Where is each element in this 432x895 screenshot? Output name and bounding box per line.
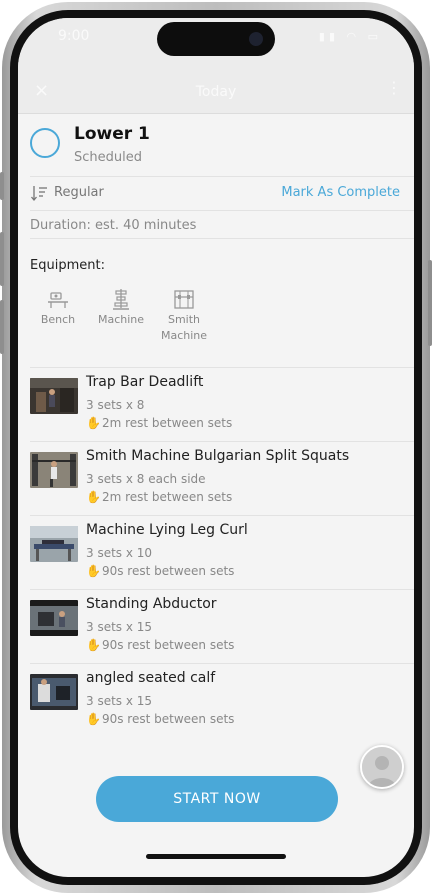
exercise-rest: ✋90s rest between sets: [86, 564, 234, 578]
camera-icon: [249, 32, 263, 46]
workout-status: Scheduled: [74, 150, 142, 165]
mark-complete-link[interactable]: Mark As Complete: [281, 185, 400, 200]
order-label[interactable]: Regular: [54, 185, 104, 200]
exercise-name: Trap Bar Deadlift: [86, 374, 204, 390]
exercise-thumbnail: [30, 600, 78, 636]
exercise-thumbnail: [30, 526, 78, 562]
exercise-rest: ✋90s rest between sets: [86, 638, 234, 652]
exercise-sets: 3 sets x 8: [86, 398, 145, 412]
exercise-rest-text: 90s rest between sets: [101, 638, 235, 652]
volume-up-button: [0, 232, 4, 286]
duration-text: Duration: est. 40 minutes: [30, 218, 197, 233]
exercise-rest-text: 90s rest between sets: [101, 712, 235, 726]
equipment-label: Smith Machine: [160, 313, 208, 342]
equipment-item-bench: Bench: [28, 288, 88, 328]
equipment-label: Machine: [97, 313, 145, 326]
hand-icon: ✋: [86, 712, 101, 726]
action-button: [0, 172, 4, 200]
complete-toggle-circle[interactable]: [30, 128, 60, 158]
navigation-bar: × Today ⋮: [18, 70, 414, 114]
coach-avatar-button[interactable]: [360, 745, 404, 789]
order-row: Regular Mark As Complete: [18, 178, 414, 208]
sort-order-icon[interactable]: [30, 184, 48, 202]
exercise-rest-text: 90s rest between sets: [101, 564, 235, 578]
user-avatar-icon: [362, 747, 402, 787]
equipment-item-smith-machine: Smith Machine: [154, 288, 214, 344]
divider: [30, 176, 414, 177]
exercise-item-3[interactable]: Machine Lying Leg Curl 3 sets x 10 ✋90s …: [18, 516, 414, 588]
divider: [30, 238, 414, 239]
exercise-item-2[interactable]: Smith Machine Bulgarian Split Squats 3 s…: [18, 442, 414, 514]
hand-icon: ✋: [86, 638, 101, 652]
exercise-thumbnail: [30, 452, 78, 488]
exercise-rest-text: 2m rest between sets: [101, 416, 233, 430]
exercise-rest: ✋2m rest between sets: [86, 490, 232, 504]
hand-icon: ✋: [86, 416, 101, 430]
equipment-label: Bench: [40, 313, 76, 326]
dynamic-island: [157, 22, 275, 56]
more-options-icon[interactable]: ⋮: [386, 78, 402, 97]
equipment-title: Equipment:: [30, 258, 105, 273]
divider: [30, 210, 414, 211]
start-now-button[interactable]: START NOW: [96, 776, 338, 822]
hand-icon: ✋: [86, 490, 101, 504]
exercise-rest: ✋2m rest between sets: [86, 416, 232, 430]
exercise-thumbnail: [30, 378, 78, 414]
exercise-sets: 3 sets x 15: [86, 694, 153, 708]
exercise-name: angled seated calf: [86, 670, 216, 686]
power-button: [428, 260, 432, 346]
workout-header: Lower 1 Scheduled: [18, 114, 414, 174]
exercise-rest: ✋90s rest between sets: [86, 712, 234, 726]
home-indicator[interactable]: [146, 854, 286, 859]
exercise-sets: 3 sets x 10: [86, 546, 153, 560]
volume-down-button: [0, 300, 4, 354]
screen: 9:00 ▮▮ ◠ ▭ × Today ⋮ Lower 1 Scheduled …: [18, 18, 414, 877]
exercise-sets: 3 sets x 15: [86, 620, 153, 634]
exercise-item-5[interactable]: angled seated calf 3 sets x 15 ✋90s rest…: [18, 664, 414, 736]
smith-machine-icon: [174, 290, 194, 309]
equipment-item-machine: Machine: [91, 288, 151, 328]
bench-icon: [48, 292, 68, 308]
exercise-name: Standing Abductor: [86, 596, 217, 612]
exercise-name: Smith Machine Bulgarian Split Squats: [86, 448, 350, 464]
machine-icon: [113, 289, 129, 310]
exercise-rest-text: 2m rest between sets: [101, 490, 233, 504]
hand-icon: ✋: [86, 564, 101, 578]
exercise-item-4[interactable]: Standing Abductor 3 sets x 15 ✋90s rest …: [18, 590, 414, 662]
workout-name: Lower 1: [74, 124, 150, 144]
status-time: 9:00: [58, 28, 90, 44]
status-icons: ▮▮ ◠ ▭: [318, 30, 382, 43]
exercise-sets: 3 sets x 8 each side: [86, 472, 206, 486]
exercise-item-1[interactable]: Trap Bar Deadlift 3 sets x 8 ✋2m rest be…: [18, 368, 414, 440]
nav-title: Today: [195, 84, 237, 100]
exercise-thumbnail: [30, 674, 78, 710]
exercise-name: Machine Lying Leg Curl: [86, 522, 248, 538]
